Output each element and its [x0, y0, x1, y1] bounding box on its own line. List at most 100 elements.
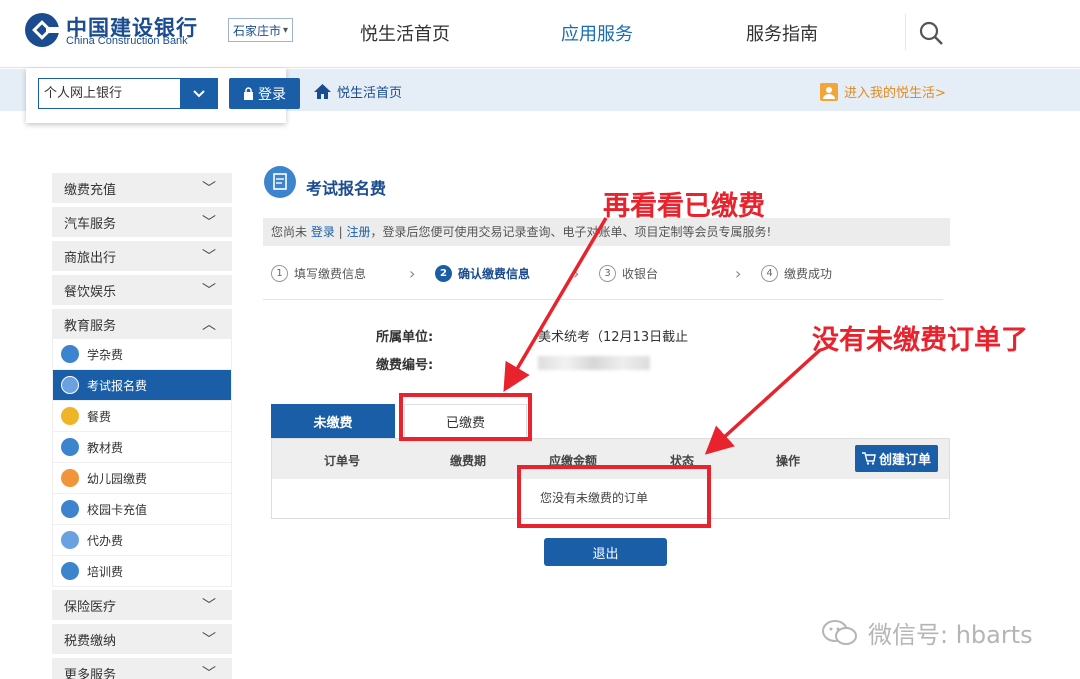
create-order-button[interactable]: 创建订单 [855, 445, 938, 472]
notice-register-link[interactable]: 注册 [347, 225, 371, 239]
step-label: 收银台 [622, 267, 659, 281]
agency-icon [61, 531, 79, 549]
login-button[interactable]: 登录 [229, 78, 300, 109]
payment-code-label: 缴费编号: [376, 358, 434, 373]
sidebar-group-label: 缴费充值 [64, 182, 117, 198]
sidebar-group-insurance[interactable]: 保险医疗 ﹀ [52, 590, 232, 620]
kindergarten-icon [61, 469, 79, 487]
chevron-down-icon[interactable] [180, 79, 217, 108]
training-icon [61, 562, 79, 580]
sidebar-item-label: 考试报名费 [87, 378, 148, 393]
sidebar-item-campus-card[interactable]: 校园卡充值 [53, 494, 231, 525]
chevron-down-icon: ﹀ [202, 666, 216, 679]
unit-label: 所属单位: [376, 330, 434, 345]
sidebar-group-label: 教育服务 [64, 318, 117, 334]
nav-service-guide[interactable]: 服务指南 [746, 20, 818, 46]
sidebar-item-tuition[interactable]: 学杂费 [53, 339, 231, 370]
step-label: 填写缴费信息 [294, 267, 367, 281]
cart-icon [861, 452, 876, 465]
sidebar-group-label: 餐饮娱乐 [64, 284, 117, 300]
bank-type-label: 个人网上银行 [44, 86, 123, 101]
notice-suffix: ，登录后您便可使用交易记录查询、电子对账单、项目定制等会员专属服务! [370, 225, 772, 239]
sidebar-group-more[interactable]: 更多服务 ﹀ [52, 658, 232, 679]
search-icon[interactable] [918, 20, 944, 46]
step-confirm-info: 2 确认缴费信息 [435, 265, 530, 282]
sidebar-group-car[interactable]: 汽车服务 ﹀ [52, 207, 232, 237]
step-number: 2 [435, 265, 452, 282]
annotation-text-check-paid: 再看看已缴费 [603, 191, 765, 222]
chevron-down-icon: ▾ [283, 24, 289, 36]
sidebar-item-label: 餐费 [87, 409, 112, 424]
sidebar-item-label: 培训费 [87, 564, 124, 579]
sidebar-group-label: 保险医疗 [64, 599, 117, 615]
bank-type-select[interactable]: 个人网上银行 [38, 78, 218, 109]
annotation-arrow-2 [704, 348, 822, 455]
chevron-up-icon: ︿ [202, 317, 216, 333]
payment-code-value-redacted [538, 356, 650, 370]
sidebar-item-agency[interactable]: 代办费 [53, 525, 231, 556]
create-order-label: 创建订单 [878, 453, 931, 468]
wechat-icon [822, 619, 857, 645]
sidebar: 缴费充值 ﹀ 汽车服务 ﹀ 商旅出行 ﹀ 餐饮娱乐 ﹀ 教育服务 ︿ 学杂费 考试报名费 … [52, 173, 232, 679]
sidebar-group-dining[interactable]: 餐饮娱乐 ﹀ [52, 275, 232, 305]
sidebar-item-kindergarten[interactable]: 幼儿园缴费 [53, 463, 231, 494]
progress-steps: 1 填写缴费信息 › 2 确认缴费信息 › 3 收银台 › 4 缴费成功 [263, 262, 943, 300]
wechat-watermark: 微信号: hbarts [820, 615, 1033, 650]
graduation-cap-icon [61, 345, 79, 363]
nav-app-services[interactable]: 应用服务 [561, 20, 633, 46]
sidebar-item-exam-fee[interactable]: 考试报名费 [53, 370, 231, 401]
login-label: 登录 [258, 86, 286, 103]
col-action: 操作 [776, 454, 801, 468]
login-box: 个人网上银行 登录 [26, 68, 300, 123]
page-title: 考试报名费 [306, 179, 387, 198]
breadcrumb-home[interactable]: 悦生活首页 [314, 82, 402, 101]
meal-icon [61, 407, 79, 425]
step-fill-info: 1 填写缴费信息 [271, 265, 366, 282]
exam-icon [264, 166, 296, 198]
step-number: 1 [271, 265, 288, 282]
top-header: 中国建设银行 China Construction Bank 石家庄市 ▾ 悦生… [0, 0, 1080, 68]
sidebar-item-meal[interactable]: 餐费 [53, 401, 231, 432]
sidebar-item-label: 教材费 [87, 440, 124, 455]
watermark-text: 微信号: hbarts [868, 621, 1033, 649]
sidebar-item-textbook[interactable]: 教材费 [53, 432, 231, 463]
notice-login-link[interactable]: 登录 [311, 225, 335, 239]
chevron-down-icon: ﹀ [202, 181, 216, 197]
notice-prefix: 您尚未 [271, 225, 311, 239]
nav-divider [905, 14, 906, 50]
campus-card-icon [61, 500, 79, 518]
annotation-box-empty-message [517, 465, 711, 528]
chevron-down-icon: ﹀ [202, 215, 216, 231]
sidebar-item-label: 代办费 [87, 533, 124, 548]
user-icon [820, 82, 838, 101]
step-label: 缴费成功 [784, 267, 833, 281]
chevron-down-icon: ﹀ [202, 632, 216, 648]
tab-unpaid[interactable]: 未缴费 [271, 404, 395, 438]
ccb-logo-icon[interactable] [24, 12, 60, 48]
sidebar-group-travel[interactable]: 商旅出行 ﹀ [52, 241, 232, 271]
breadcrumb-home-label: 悦生活首页 [337, 86, 403, 101]
exam-icon [61, 376, 79, 394]
sidebar-group-payment[interactable]: 缴费充值 ﹀ [52, 173, 232, 203]
annotation-box-paid-tab [399, 393, 532, 441]
step-number: 4 [761, 265, 778, 282]
col-order-id: 订单号 [324, 454, 361, 468]
sidebar-group-label: 商旅出行 [64, 250, 117, 266]
nav-home[interactable]: 悦生活首页 [360, 20, 450, 46]
my-life-link[interactable]: 进入我的悦生活> [820, 82, 946, 101]
chevron-down-icon: ﹀ [202, 283, 216, 299]
step-cashier: 3 收银台 [599, 265, 658, 282]
sidebar-item-training[interactable]: 培训费 [53, 556, 231, 587]
chevron-down-icon: ﹀ [202, 598, 216, 614]
lock-icon [244, 87, 253, 100]
city-select[interactable]: 石家庄市 ▾ [228, 18, 294, 42]
sidebar-group-education[interactable]: 教育服务 ︿ [52, 309, 232, 339]
exit-button[interactable]: 退出 [544, 538, 667, 566]
sidebar-group-label: 汽车服务 [64, 216, 117, 232]
sidebar-group-tax[interactable]: 税费缴纳 ﹀ [52, 624, 232, 654]
notice-separator: | [334, 225, 347, 239]
sidebar-item-label: 幼儿园缴费 [87, 471, 148, 486]
my-life-label: 进入我的悦生活> [844, 86, 946, 101]
sidebar-group-label: 更多服务 [64, 667, 117, 679]
chevron-down-icon: ﹀ [202, 249, 216, 265]
